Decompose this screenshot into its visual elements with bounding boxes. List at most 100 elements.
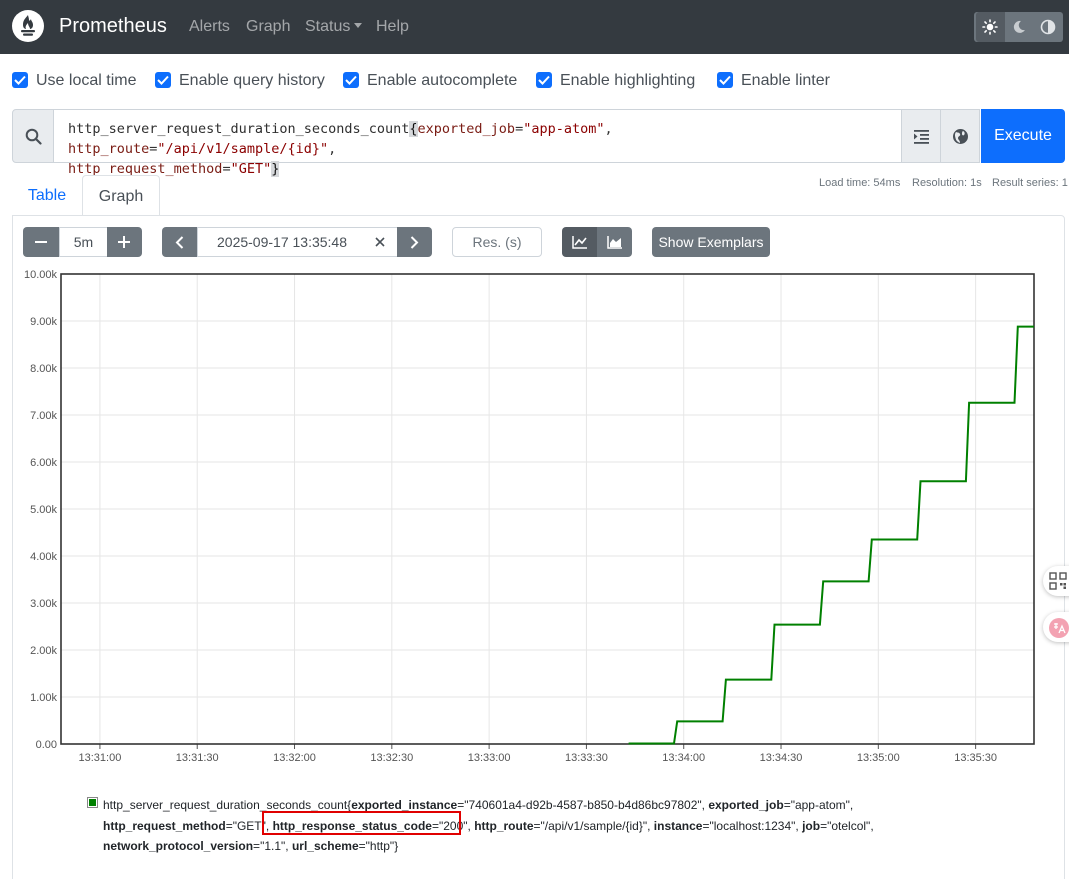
checkbox-checked[interactable] [12,72,28,88]
query-matcher-separator: , [328,141,337,157]
legend-separator: , [647,818,654,833]
checkbox-checked[interactable] [717,72,733,88]
execute-button[interactable]: Execute [981,109,1065,163]
x-tick-label: 13:32:00 [273,752,316,764]
query-matcher-op: = [222,161,231,177]
y-tick-label: 10.00k [24,269,58,281]
nav-help[interactable]: Help [376,17,409,37]
metrics-explorer-button[interactable] [940,109,980,163]
option-label: Enable query history [179,72,325,89]
search-icon [25,128,42,145]
legend-separator: , [870,818,874,833]
translate-icon [1049,618,1069,638]
nav-alerts[interactable]: Alerts [189,17,230,37]
plus-icon [118,236,130,248]
legend-close-brace: } [394,839,399,853]
query-metric-name: http_server_request_duration_seconds_cou… [68,121,410,137]
format-expression-button[interactable] [901,109,941,163]
range-input[interactable]: 5m [59,227,108,257]
y-tick-label: 2.00k [30,645,57,657]
theme-switcher [974,12,1063,42]
legend-label-value: "740601a4-d92b-4587-b850-b4d86bc97802" [464,798,702,812]
indent-icon [914,130,929,144]
prometheus-logo-icon[interactable] [12,10,44,42]
graph-chart[interactable]: 0.00 1.00k 2.00k 3.00k 4.00k 5.00k 6.00k 7.00k 8… [0,262,1069,772]
brand-name[interactable]: Prometheus [59,14,167,38]
legend-label-value: "1.1" [260,839,286,853]
line-chart-mode-button[interactable] [562,227,598,257]
legend-label-value: "GET" [232,818,266,833]
legend-swatch[interactable] [87,797,98,808]
sun-icon [982,19,998,35]
tab-graph[interactable]: Graph [82,175,160,216]
query-matcher-value: "/api/v1/sample/{id}" [157,141,329,157]
next-time-button[interactable] [397,227,432,257]
nav-status[interactable]: Status [305,17,363,37]
legend-label-key: job [802,818,821,833]
previous-time-button[interactable] [162,227,198,257]
stat-result-series: Result series: 1 [992,177,1068,189]
tab-table[interactable]: Table [13,175,81,216]
legend-label-key: http_route [474,818,534,833]
legend-label-key: url_scheme [291,839,359,853]
x-tick-label: 13:31:30 [176,752,219,764]
side-qr-button[interactable] [1043,566,1069,596]
series-line [628,325,1034,745]
y-tick-label: 1.00k [30,692,57,704]
line-chart-icon [572,236,587,249]
legend-label-value: "http" [365,839,395,853]
legend-label-value: "/api/v1/sample/{id}" [540,818,648,833]
theme-dark-button[interactable] [1005,12,1034,42]
side-translate-button[interactable] [1043,612,1069,642]
minus-icon [35,241,47,243]
highlight-annotation-box [262,811,461,835]
query-close-brace: } [271,161,280,177]
stacked-chart-mode-button[interactable] [597,227,632,257]
increase-range-button[interactable] [107,227,142,257]
x-tick-label: 13:34:00 [662,752,705,764]
chevron-right-icon [410,236,419,249]
checkbox-checked[interactable] [536,72,552,88]
legend-label-value: "localhost:1234" [709,818,796,833]
chevron-down-icon [354,23,363,28]
decrease-range-button[interactable] [23,227,59,257]
clear-icon[interactable] [375,237,385,247]
theme-auto-button[interactable] [1034,12,1063,42]
chevron-left-icon [175,236,184,249]
checkbox-checked[interactable] [155,72,171,88]
resolution-input[interactable]: Res. (s) [452,227,542,257]
y-tick-label: 0.00 [36,739,57,751]
show-exemplars-button[interactable]: Show Exemplars [652,227,770,257]
legend-separator: , [849,798,854,812]
nav-graph[interactable]: Graph [246,17,290,37]
checkmark-icon [157,75,169,85]
query-matcher-separator: , [604,121,613,137]
y-tick-label: 6.00k [30,457,57,469]
moon-icon [1013,20,1025,33]
theme-light-button[interactable] [976,12,1005,42]
y-tick-label: 9.00k [30,316,57,328]
qr-code-icon [1049,572,1067,590]
legend-series-label[interactable]: http_server_request_duration_seconds_cou… [103,795,967,857]
checkmark-icon [538,75,550,85]
legend-label-key: instance [653,818,703,833]
option-label: Enable autocomplete [367,72,518,89]
area-chart-icon [607,236,622,249]
query-expression-input[interactable]: http_server_request_duration_seconds_cou… [53,109,902,177]
query-open-brace: { [409,121,418,137]
option-label: Enable highlighting [560,72,696,89]
half-circle-icon [1040,19,1056,35]
end-time-input[interactable]: 2025-09-17 13:35:48 [197,227,398,257]
y-tick-label: 7.00k [30,410,57,422]
x-tick-label: 13:33:00 [468,752,511,764]
y-tick-label: 3.00k [30,598,57,610]
checkbox-checked[interactable] [343,72,359,88]
query-matcher-op: = [515,121,524,137]
series-legend: http_server_request_duration_seconds_cou… [87,795,967,857]
y-tick-label: 8.00k [30,363,57,375]
search-addon [12,109,54,163]
y-tick-label: 4.00k [30,551,57,563]
query-matcher-label: exported_job [417,121,516,137]
x-tick-label: 13:35:00 [857,752,900,764]
stat-resolution: Resolution: 1s [912,177,982,189]
